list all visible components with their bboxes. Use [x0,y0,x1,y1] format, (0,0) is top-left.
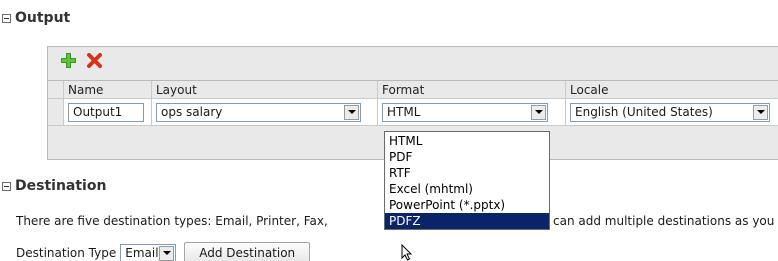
format-option-rtf[interactable]: RTF [385,165,549,181]
dropdown-arrow-icon[interactable] [159,245,175,261]
output-name-input[interactable]: Output1 [68,102,144,122]
output-section-title: Output [15,10,71,26]
locale-select[interactable]: English (United States) [570,102,770,122]
destination-type-label: Destination Type [16,246,117,260]
destination-section-title: Destination [15,178,107,194]
locale-cell: English (United States) [566,99,778,125]
collapse-icon[interactable] [2,13,11,23]
format-dropdown-list: HTML PDF RTF Excel (mhtml) PowerPoint (*… [384,131,550,230]
dropdown-arrow-icon[interactable] [344,104,359,120]
destination-type-select[interactable]: Email [120,243,177,261]
column-header-locale: Locale [570,82,609,97]
destination-description-continued: can add multiple destinations as you [553,214,775,228]
format-select-value: HTML [387,105,421,119]
row-selector[interactable] [48,99,64,125]
output-section-header[interactable]: Output [2,9,70,27]
table-row: Output1 ops salary HTML English (United … [48,99,778,126]
row-selector-header [48,81,64,98]
name-cell: Output1 [64,99,152,125]
format-option-powerpoint[interactable]: PowerPoint (*.pptx) [385,197,549,213]
add-destination-button[interactable]: Add Destination [184,242,311,261]
locale-select-value: English (United States) [575,105,713,119]
destination-type-row: Destination Type Email Add Destination [16,242,311,261]
destination-description: There are five destination types: Email,… [16,214,328,228]
format-select[interactable]: HTML [382,102,548,122]
output-toolbar [60,52,102,68]
destination-section-header[interactable]: Destination [2,177,106,195]
column-header-format: Format [378,81,566,98]
format-option-pdfz[interactable]: PDFZ [385,213,549,229]
format-option-pdf[interactable]: PDF [385,149,549,165]
output-grid: Name Layout Format Locale Output1 ops sa… [48,80,778,126]
plus-icon [60,52,76,68]
dropdown-arrow-icon[interactable] [531,104,546,120]
format-option-excel[interactable]: Excel (mhtml) [385,181,549,197]
layout-select[interactable]: ops salary [156,102,361,122]
format-option-html[interactable]: HTML [385,133,549,149]
x-icon [86,52,102,68]
grid-header-row: Name Layout Format Locale [48,81,778,99]
destination-type-value: Email [125,246,159,260]
delete-output-button[interactable] [86,52,102,68]
layout-select-value: ops salary [161,105,223,119]
column-header-name: Name [64,81,152,98]
mouse-pointer-icon [401,244,413,261]
add-output-button[interactable] [60,52,76,68]
collapse-icon[interactable] [2,181,11,191]
layout-cell: ops salary [152,99,378,125]
page: Output Name Layout Format Locale Output1… [0,0,778,261]
column-header-layout: Layout [152,81,378,98]
format-cell: HTML [378,99,566,125]
dropdown-arrow-icon[interactable] [753,104,768,120]
